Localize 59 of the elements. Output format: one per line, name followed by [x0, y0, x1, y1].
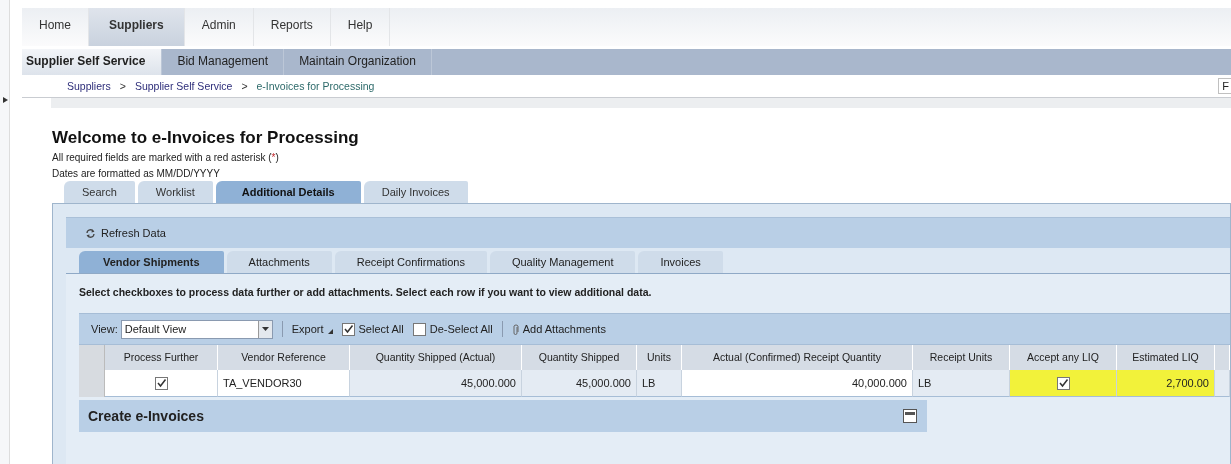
nav-tab[interactable]: Help — [330, 8, 391, 46]
breadcrumb-link[interactable]: Suppliers — [67, 80, 111, 92]
tab[interactable]: Vendor Shipments — [79, 251, 224, 273]
refresh-button[interactable]: Refresh Data — [85, 227, 166, 239]
export-menu-button[interactable]: Export — [291, 323, 333, 335]
column-header: Process Further — [105, 345, 218, 370]
select-all-checkbox[interactable] — [341, 322, 355, 336]
table-cell: LB — [913, 370, 1010, 397]
section-title: Create e-Invoices — [88, 408, 204, 424]
refresh-icon — [85, 227, 96, 239]
caret-icon — [327, 329, 333, 334]
nav-tab[interactable]: Suppliers — [89, 8, 185, 46]
tab[interactable]: Search — [64, 181, 135, 203]
header-corner-cell — [79, 345, 105, 370]
deselect-all-label[interactable]: De-Select All — [429, 323, 493, 335]
tab[interactable]: Receipt Confirmations — [334, 251, 487, 273]
tab[interactable]: Quality Management — [489, 251, 636, 273]
tab[interactable]: Attachments — [226, 251, 332, 273]
column-header: Vendor Reference — [218, 345, 350, 370]
table-cell: LB — [637, 370, 682, 397]
table-cell: 2,700.00 — [1117, 370, 1215, 397]
column-header: Quantity Shipped — [522, 345, 637, 370]
tab[interactable]: Additional Details — [215, 181, 361, 203]
view-label: View: — [91, 323, 118, 335]
row-checkbox[interactable] — [1056, 376, 1070, 390]
required-fields-note: All required fields are marked with a red asterisk (*) — [52, 152, 280, 163]
breadcrumb-current: e-Invoices for Processing — [256, 80, 375, 92]
expand-arrow-icon[interactable] — [3, 97, 8, 103]
tab[interactable]: Daily Invoices — [363, 181, 468, 203]
subnav-tab[interactable]: Supplier Self Service — [22, 49, 163, 75]
tab[interactable]: Worklist — [137, 181, 213, 203]
column-header: Quantity Shipped (Actual) — [350, 345, 522, 370]
nav-tab[interactable]: Admin — [184, 8, 254, 46]
breadcrumb-link[interactable]: Supplier Self Service — [134, 80, 233, 92]
date-format-note: Dates are formatted as MM/DD/YYYY — [52, 168, 221, 179]
column-header: Estimated LIQ — [1117, 345, 1215, 370]
collapse-icon[interactable] — [903, 409, 917, 423]
add-attachments-button[interactable]: Add Attachments — [511, 322, 606, 336]
row-checkbox[interactable] — [154, 376, 168, 390]
select-all-label[interactable]: Select All — [358, 323, 404, 335]
column-header: Accept any LIQ — [1010, 345, 1117, 370]
paperclip-icon — [511, 322, 519, 336]
column-header: Units — [637, 345, 682, 370]
page-heading: Welcome to e-Invoices for Processing — [52, 128, 360, 148]
breadcrumb-separator: > — [241, 80, 248, 92]
column-header: Actual (Confirmed) Receipt Quantity — [682, 345, 913, 370]
table-cell: TA_VENDOR30 — [218, 370, 350, 397]
tab[interactable]: Invoices — [638, 251, 723, 273]
instruction-text: Select checkboxes to process data further or add attachments. Select each row if you want to view additional data. — [79, 286, 653, 298]
table-cell: 45,000.000 — [350, 370, 522, 397]
column-header: Receipt Units — [913, 345, 1010, 370]
column-header — [1215, 345, 1230, 370]
corner-button[interactable]: F — [1218, 78, 1231, 94]
nav-tab[interactable]: Reports — [253, 8, 331, 46]
breadcrumb-separator: > — [119, 80, 126, 92]
view-dropdown[interactable]: Default View — [120, 319, 273, 339]
table-cell: 45,000.000 — [522, 370, 637, 397]
table-cell: 40,000.000 — [682, 370, 913, 397]
deselect-all-checkbox[interactable] — [412, 322, 426, 336]
